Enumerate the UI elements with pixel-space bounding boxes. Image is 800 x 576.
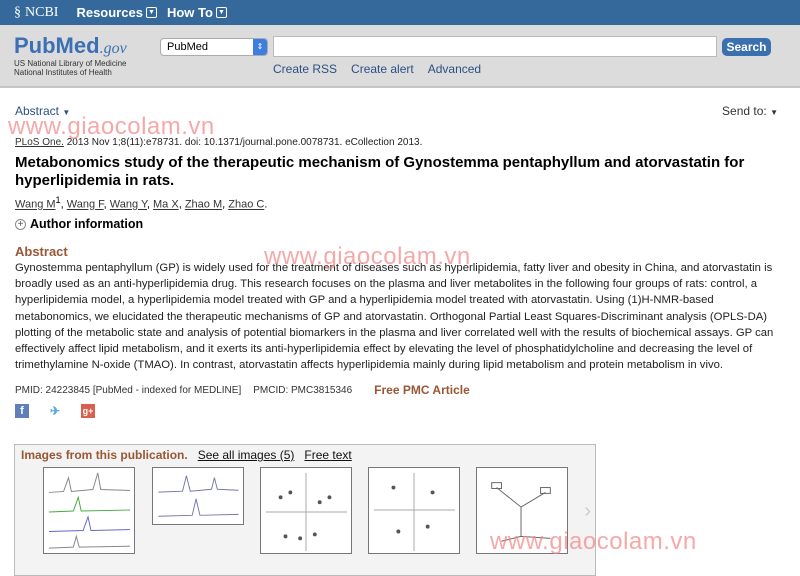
author-link[interactable]: Zhao M (185, 199, 222, 211)
facebook-icon[interactable]: f (15, 404, 29, 418)
article-title: Metabonomics study of the therapeutic me… (15, 154, 745, 189)
chevron-down-icon: ▼ (215, 7, 227, 18)
ncbi-topbar: § NCBI Resources ▼ How To ▼ (0, 0, 800, 25)
howto-menu[interactable]: How To ▼ (167, 5, 227, 20)
image-thumbnail-2[interactable] (152, 467, 244, 525)
database-select[interactable]: PubMed ⇕ (160, 38, 268, 56)
identifiers: PMID: 24223845 [PubMed - indexed for MED… (15, 383, 470, 397)
image-thumbnail-3[interactable] (260, 467, 352, 554)
caret-down-icon: ▼ (770, 108, 778, 117)
author-link[interactable]: Wang F (67, 199, 104, 211)
advanced-link[interactable]: Advanced (428, 62, 481, 76)
watermark: www.giaocolam.vn (264, 243, 471, 270)
abstract-text: Gynostemma pentaphyllum (GP) is widely u… (15, 262, 774, 372)
author-link[interactable]: Wang M (15, 199, 56, 211)
resources-menu[interactable]: Resources ▼ (76, 5, 157, 20)
images-from-publication: Images from this publication. See all im… (14, 444, 596, 576)
pubmed-logo[interactable]: PubMed.gov US National Library of Medici… (14, 33, 127, 77)
expand-plus-icon: + (15, 218, 26, 230)
image-thumbnail-1[interactable] (43, 467, 135, 554)
twitter-icon[interactable]: ✈ (48, 404, 62, 418)
search-button[interactable]: Search (722, 38, 771, 56)
author-information-toggle[interactable]: + Author information (15, 217, 143, 231)
search-input[interactable] (273, 36, 717, 57)
image-thumbnail-4[interactable] (368, 467, 460, 554)
google-plus-icon[interactable]: g+ (81, 404, 95, 418)
free-pmc-article-link[interactable]: Free PMC Article (374, 383, 470, 397)
social-share: f ✈ g+ (15, 404, 95, 418)
author-list: Wang M1, Wang F, Wang Y, Ma X, Zhao M, Z… (15, 195, 268, 211)
create-alert-link[interactable]: Create alert (351, 62, 414, 76)
author-link[interactable]: Wang Y (110, 199, 147, 211)
author-link[interactable]: Zhao C (228, 199, 264, 211)
send-to-dropdown[interactable]: Send to: ▼ (722, 104, 778, 118)
create-rss-link[interactable]: Create RSS (273, 62, 337, 76)
abstract-heading: Abstract (15, 244, 68, 259)
watermark: www.giaocolam.vn (490, 528, 697, 555)
watermark: www.giaocolam.vn (8, 113, 215, 140)
see-all-images-link[interactable]: See all images (5) (198, 448, 295, 462)
pubmed-header: PubMed.gov US National Library of Medici… (0, 25, 800, 88)
free-text-link[interactable]: Free text (304, 448, 351, 462)
next-images-arrow[interactable]: › (584, 500, 591, 523)
ncbi-helix-icon: § (14, 4, 21, 20)
ncbi-logo[interactable]: § NCBI (14, 5, 58, 21)
select-arrows-icon: ⇕ (253, 39, 267, 55)
chevron-down-icon: ▼ (145, 7, 157, 18)
author-link[interactable]: Ma X (153, 199, 179, 211)
